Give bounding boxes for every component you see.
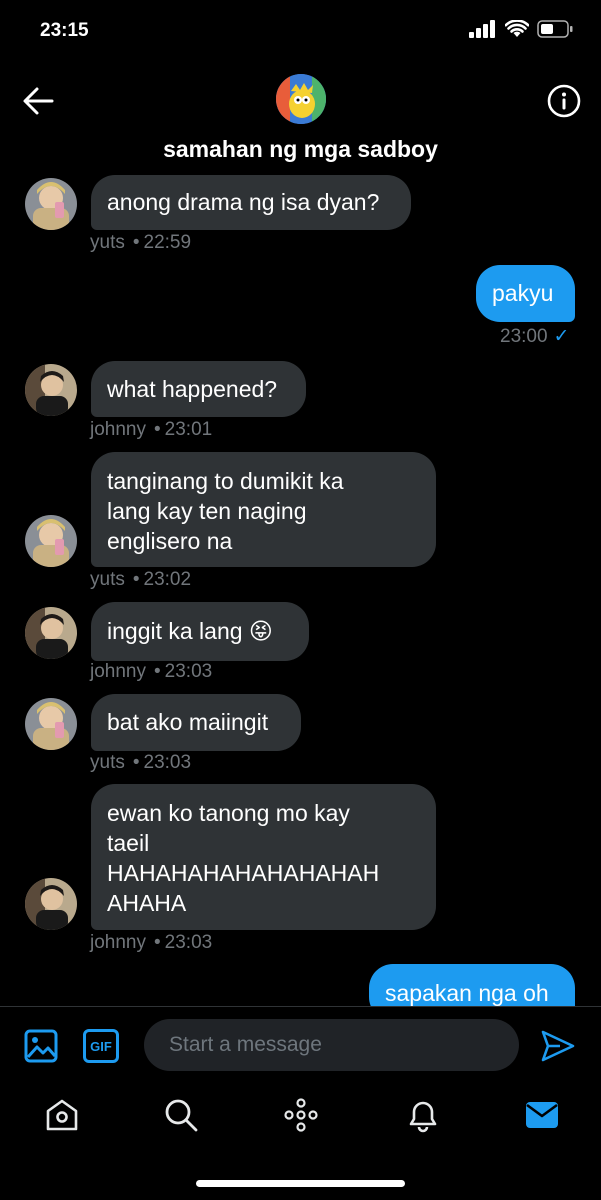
user-photo-avatar bbox=[25, 515, 77, 567]
sender-name: johnny bbox=[90, 661, 146, 682]
message-line: lang kay ten naging bbox=[107, 498, 307, 524]
conversation-info-button[interactable] bbox=[547, 84, 581, 118]
group-name: samahan ng mga sadboy bbox=[163, 136, 438, 162]
message-line: tanginang to dumikit ka bbox=[107, 468, 344, 494]
message-meta: johnny • 23:01 bbox=[90, 419, 213, 440]
send-icon bbox=[541, 1030, 575, 1062]
info-icon bbox=[547, 84, 581, 118]
back-arrow-icon bbox=[23, 87, 54, 115]
simpsons-character-avatar bbox=[276, 74, 326, 124]
tab-home[interactable] bbox=[44, 1097, 80, 1133]
group-avatar[interactable] bbox=[276, 74, 326, 124]
message-bubble[interactable]: sapakan nga oh bbox=[369, 964, 575, 1006]
message-bubble[interactable]: bat ako maiingit bbox=[91, 694, 301, 751]
sender-name: yuts bbox=[90, 752, 125, 773]
user-photo-avatar bbox=[25, 607, 77, 659]
message-meta: johnny • 23:03 bbox=[90, 932, 213, 953]
avatar-yuts[interactable] bbox=[25, 515, 77, 567]
message-line: HAHAHAHAHAHAHAHAH bbox=[107, 860, 380, 886]
message-time: 23:00 bbox=[500, 326, 548, 347]
tab-notifications[interactable] bbox=[405, 1097, 441, 1133]
user-photo-avatar bbox=[25, 364, 77, 416]
message-bubble[interactable]: ewan ko tanong mo kay taeil HAHAHAHAHAHA… bbox=[91, 784, 436, 930]
send-button[interactable] bbox=[540, 1029, 576, 1063]
sent-check-icon: ✓ bbox=[553, 326, 570, 347]
avatar-yuts[interactable] bbox=[25, 178, 77, 230]
messages-icon bbox=[526, 1102, 558, 1128]
status-time: 23:15 bbox=[40, 20, 89, 41]
user-photo-avatar bbox=[25, 178, 77, 230]
message-time: 23:01 bbox=[164, 419, 213, 440]
message-meta: johnny • 23:03 bbox=[90, 661, 213, 682]
gif-button[interactable]: GIF bbox=[83, 1029, 119, 1063]
message-bubble[interactable]: anong drama ng isa dyan? bbox=[91, 175, 411, 230]
avatar-johnny[interactable] bbox=[25, 607, 77, 659]
message-composer: GIF bbox=[0, 1007, 601, 1085]
message-line: englisero na bbox=[107, 528, 233, 554]
message-bubble[interactable]: pakyu bbox=[476, 265, 575, 322]
wifi-icon bbox=[505, 20, 529, 37]
message-bubble[interactable]: what happened? bbox=[91, 361, 306, 417]
message-meta: yuts • 23:02 bbox=[90, 569, 192, 590]
tab-messages[interactable] bbox=[524, 1097, 560, 1133]
conversation-header: samahan ng mga sadboy bbox=[0, 60, 601, 170]
cellular-signal-icon bbox=[469, 20, 495, 38]
message-time: 22:59 bbox=[143, 232, 192, 253]
message-time: 23:03 bbox=[143, 752, 192, 773]
user-photo-avatar bbox=[25, 698, 77, 750]
home-icon bbox=[46, 1099, 78, 1131]
message-meta: 23:00 ✓ bbox=[500, 325, 569, 348]
notifications-icon bbox=[409, 1101, 437, 1133]
status-bar: 23:15 bbox=[0, 0, 601, 60]
search-icon bbox=[165, 1099, 198, 1132]
sender-name: johnny bbox=[90, 932, 146, 953]
message-meta: yuts • 22:59 bbox=[90, 232, 192, 253]
sender-name: yuts bbox=[90, 569, 125, 590]
user-photo-avatar bbox=[25, 878, 77, 930]
message-line: taeil bbox=[107, 830, 150, 856]
spaces-icon bbox=[284, 1098, 318, 1132]
message-time: 23:03 bbox=[164, 932, 213, 953]
message-input[interactable] bbox=[144, 1019, 519, 1071]
bottom-tab-bar bbox=[0, 1085, 601, 1145]
tab-search[interactable] bbox=[163, 1097, 199, 1133]
message-bubble[interactable]: inggit ka lang 😝 bbox=[91, 602, 309, 661]
message-bubble[interactable]: tanginang to dumikit ka lang kay ten nag… bbox=[91, 452, 436, 567]
sender-name: yuts bbox=[90, 232, 125, 253]
status-icons bbox=[469, 20, 573, 38]
image-icon bbox=[24, 1029, 58, 1063]
message-meta: yuts • 23:03 bbox=[90, 752, 192, 773]
home-indicator[interactable] bbox=[196, 1180, 405, 1187]
add-media-button[interactable] bbox=[24, 1029, 58, 1063]
battery-icon bbox=[537, 20, 573, 38]
message-time: 23:03 bbox=[164, 661, 213, 682]
tab-spaces[interactable] bbox=[283, 1097, 319, 1133]
sender-name: johnny bbox=[90, 419, 146, 440]
message-list[interactable]: anong drama ng isa dyan? yuts • 22:59 paky… bbox=[0, 170, 601, 1006]
avatar-johnny[interactable] bbox=[25, 878, 77, 930]
back-button[interactable] bbox=[22, 86, 54, 116]
avatar-yuts[interactable] bbox=[25, 698, 77, 750]
message-line: ewan ko tanong mo kay bbox=[107, 800, 350, 826]
message-time: 23:02 bbox=[143, 569, 192, 590]
message-line: AHAHA bbox=[107, 890, 187, 916]
avatar-johnny[interactable] bbox=[25, 364, 77, 416]
